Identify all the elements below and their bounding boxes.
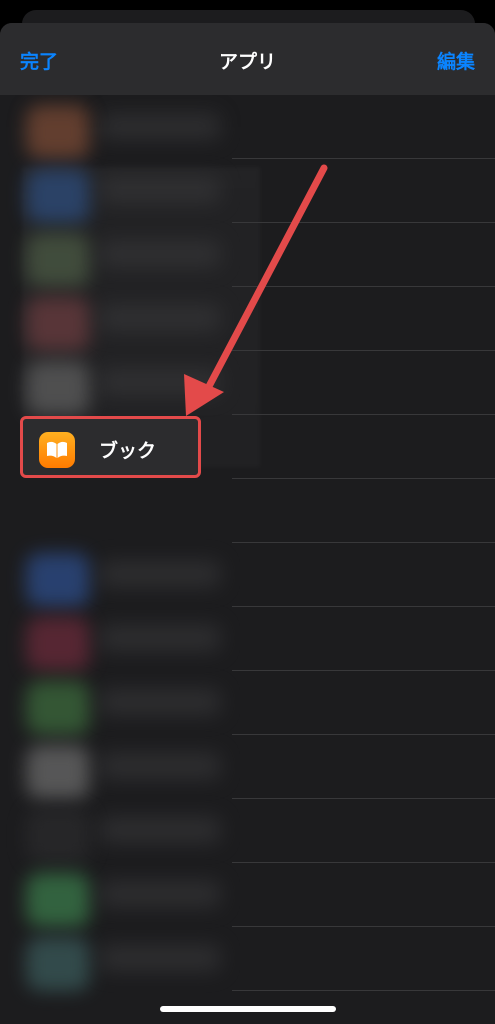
arrow-head (184, 374, 224, 416)
arrow-shaft (202, 164, 328, 396)
arrow-annotation (184, 164, 328, 416)
home-indicator[interactable] (160, 1006, 336, 1012)
screen: 完了 アプリ 編集 ブック (0, 0, 495, 1024)
